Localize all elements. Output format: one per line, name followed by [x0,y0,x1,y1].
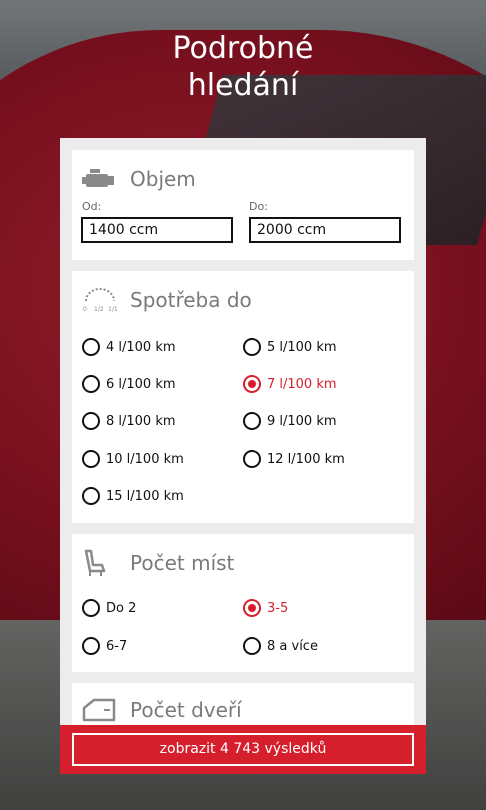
consumption-option-selected[interactable]: 7 l/100 km [243,375,337,393]
door-icon [82,695,120,725]
consumption-card: 0 1/2 1/1 Spotřeba do 4 l/100 km 5 l/100… [72,271,414,523]
volume-title: Objem [130,167,196,191]
volume-to-label: Do: [249,200,268,213]
consumption-option[interactable]: 9 l/100 km [243,412,337,430]
consumption-option-label: 5 l/100 km [267,339,337,355]
radio-circle-icon [82,450,100,468]
radio-circle-icon [82,375,100,393]
gauge-mark-full: 1/1 [108,306,118,313]
consumption-header: 0 1/2 1/1 Spotřeba do [82,285,252,315]
radio-circle-icon [243,637,261,655]
seats-option-label: 3-5 [267,600,289,616]
volume-header: Objem [82,164,196,194]
consumption-option-label: 15 l/100 km [106,488,184,504]
radio-circle-icon [243,412,261,430]
consumption-option-label: 8 l/100 km [106,413,176,429]
results-bar: zobrazit 4 743 výsledků [60,725,426,774]
seats-option-label: 6-7 [106,638,128,654]
radio-selected-icon [243,599,261,617]
seats-option[interactable]: 8 a více [243,637,318,655]
volume-card: Objem Od: 1400 ccm Do: 2000 ccm [72,150,414,260]
consumption-option[interactable]: 5 l/100 km [243,338,337,356]
seats-card: Počet míst Do 2 3-5 6-7 8 a více [72,534,414,672]
consumption-option-label: 4 l/100 km [106,339,176,355]
consumption-option-label: 7 l/100 km [267,376,337,392]
filter-panel: Objem Od: 1400 ccm Do: 2000 ccm 0 1/2 1/… [60,138,426,774]
consumption-option[interactable]: 15 l/100 km [82,487,184,505]
seats-option-selected[interactable]: 3-5 [243,599,288,617]
consumption-option[interactable]: 8 l/100 km [82,412,176,430]
page-title: Podrobné hledání [0,30,486,104]
seats-option-label: Do 2 [106,600,137,616]
consumption-option-label: 6 l/100 km [106,376,176,392]
radio-circle-icon [82,599,100,617]
doors-header: Počet dveří [82,695,242,725]
consumption-option-label: 12 l/100 km [267,451,345,467]
radio-circle-icon [82,637,100,655]
radio-circle-icon [82,338,100,356]
seat-icon [82,548,120,578]
seats-header: Počet míst [82,548,234,578]
consumption-option[interactable]: 4 l/100 km [82,338,176,356]
volume-from-input[interactable]: 1400 ccm [81,217,233,243]
radio-selected-icon [243,375,261,393]
radio-circle-icon [243,450,261,468]
consumption-option[interactable]: 12 l/100 km [243,450,345,468]
gauge-mark-0: 0 [83,306,87,313]
consumption-title: Spotřeba do [130,288,252,312]
consumption-option[interactable]: 6 l/100 km [82,375,176,393]
consumption-option[interactable]: 10 l/100 km [82,450,184,468]
page-title-line2: hledání [187,68,299,103]
radio-circle-icon [82,412,100,430]
seats-option[interactable]: Do 2 [82,599,136,617]
show-results-button[interactable]: zobrazit 4 743 výsledků [72,733,414,766]
consumption-option-label: 9 l/100 km [267,413,337,429]
radio-circle-icon [82,487,100,505]
seats-option[interactable]: 6-7 [82,637,127,655]
engine-icon [82,164,120,194]
consumption-option-label: 10 l/100 km [106,451,184,467]
volume-to-input[interactable]: 2000 ccm [249,217,401,243]
gauge-mark-half: 1/2 [94,306,104,313]
doors-title: Počet dveří [130,698,242,722]
seats-title: Počet míst [130,551,235,575]
volume-from-label: Od: [82,200,102,213]
radio-circle-icon [243,338,261,356]
seats-option-label: 8 a více [267,638,318,654]
page-title-line1: Podrobné [172,31,314,66]
gauge-icon: 0 1/2 1/1 [82,285,120,315]
